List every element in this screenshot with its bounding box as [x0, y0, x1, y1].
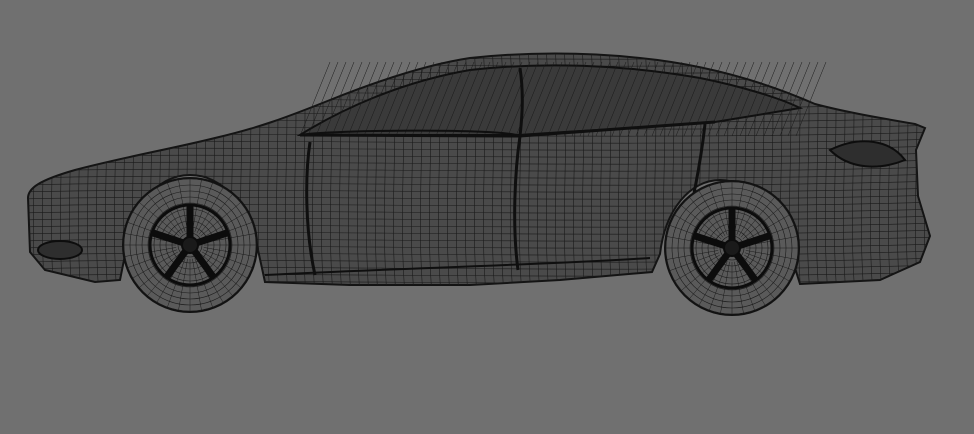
front-wheel	[122, 177, 258, 313]
headlight	[37, 240, 83, 260]
rear-wheel	[664, 180, 800, 316]
car-wireframe	[26, 52, 932, 316]
3d-viewport[interactable]	[0, 0, 974, 434]
